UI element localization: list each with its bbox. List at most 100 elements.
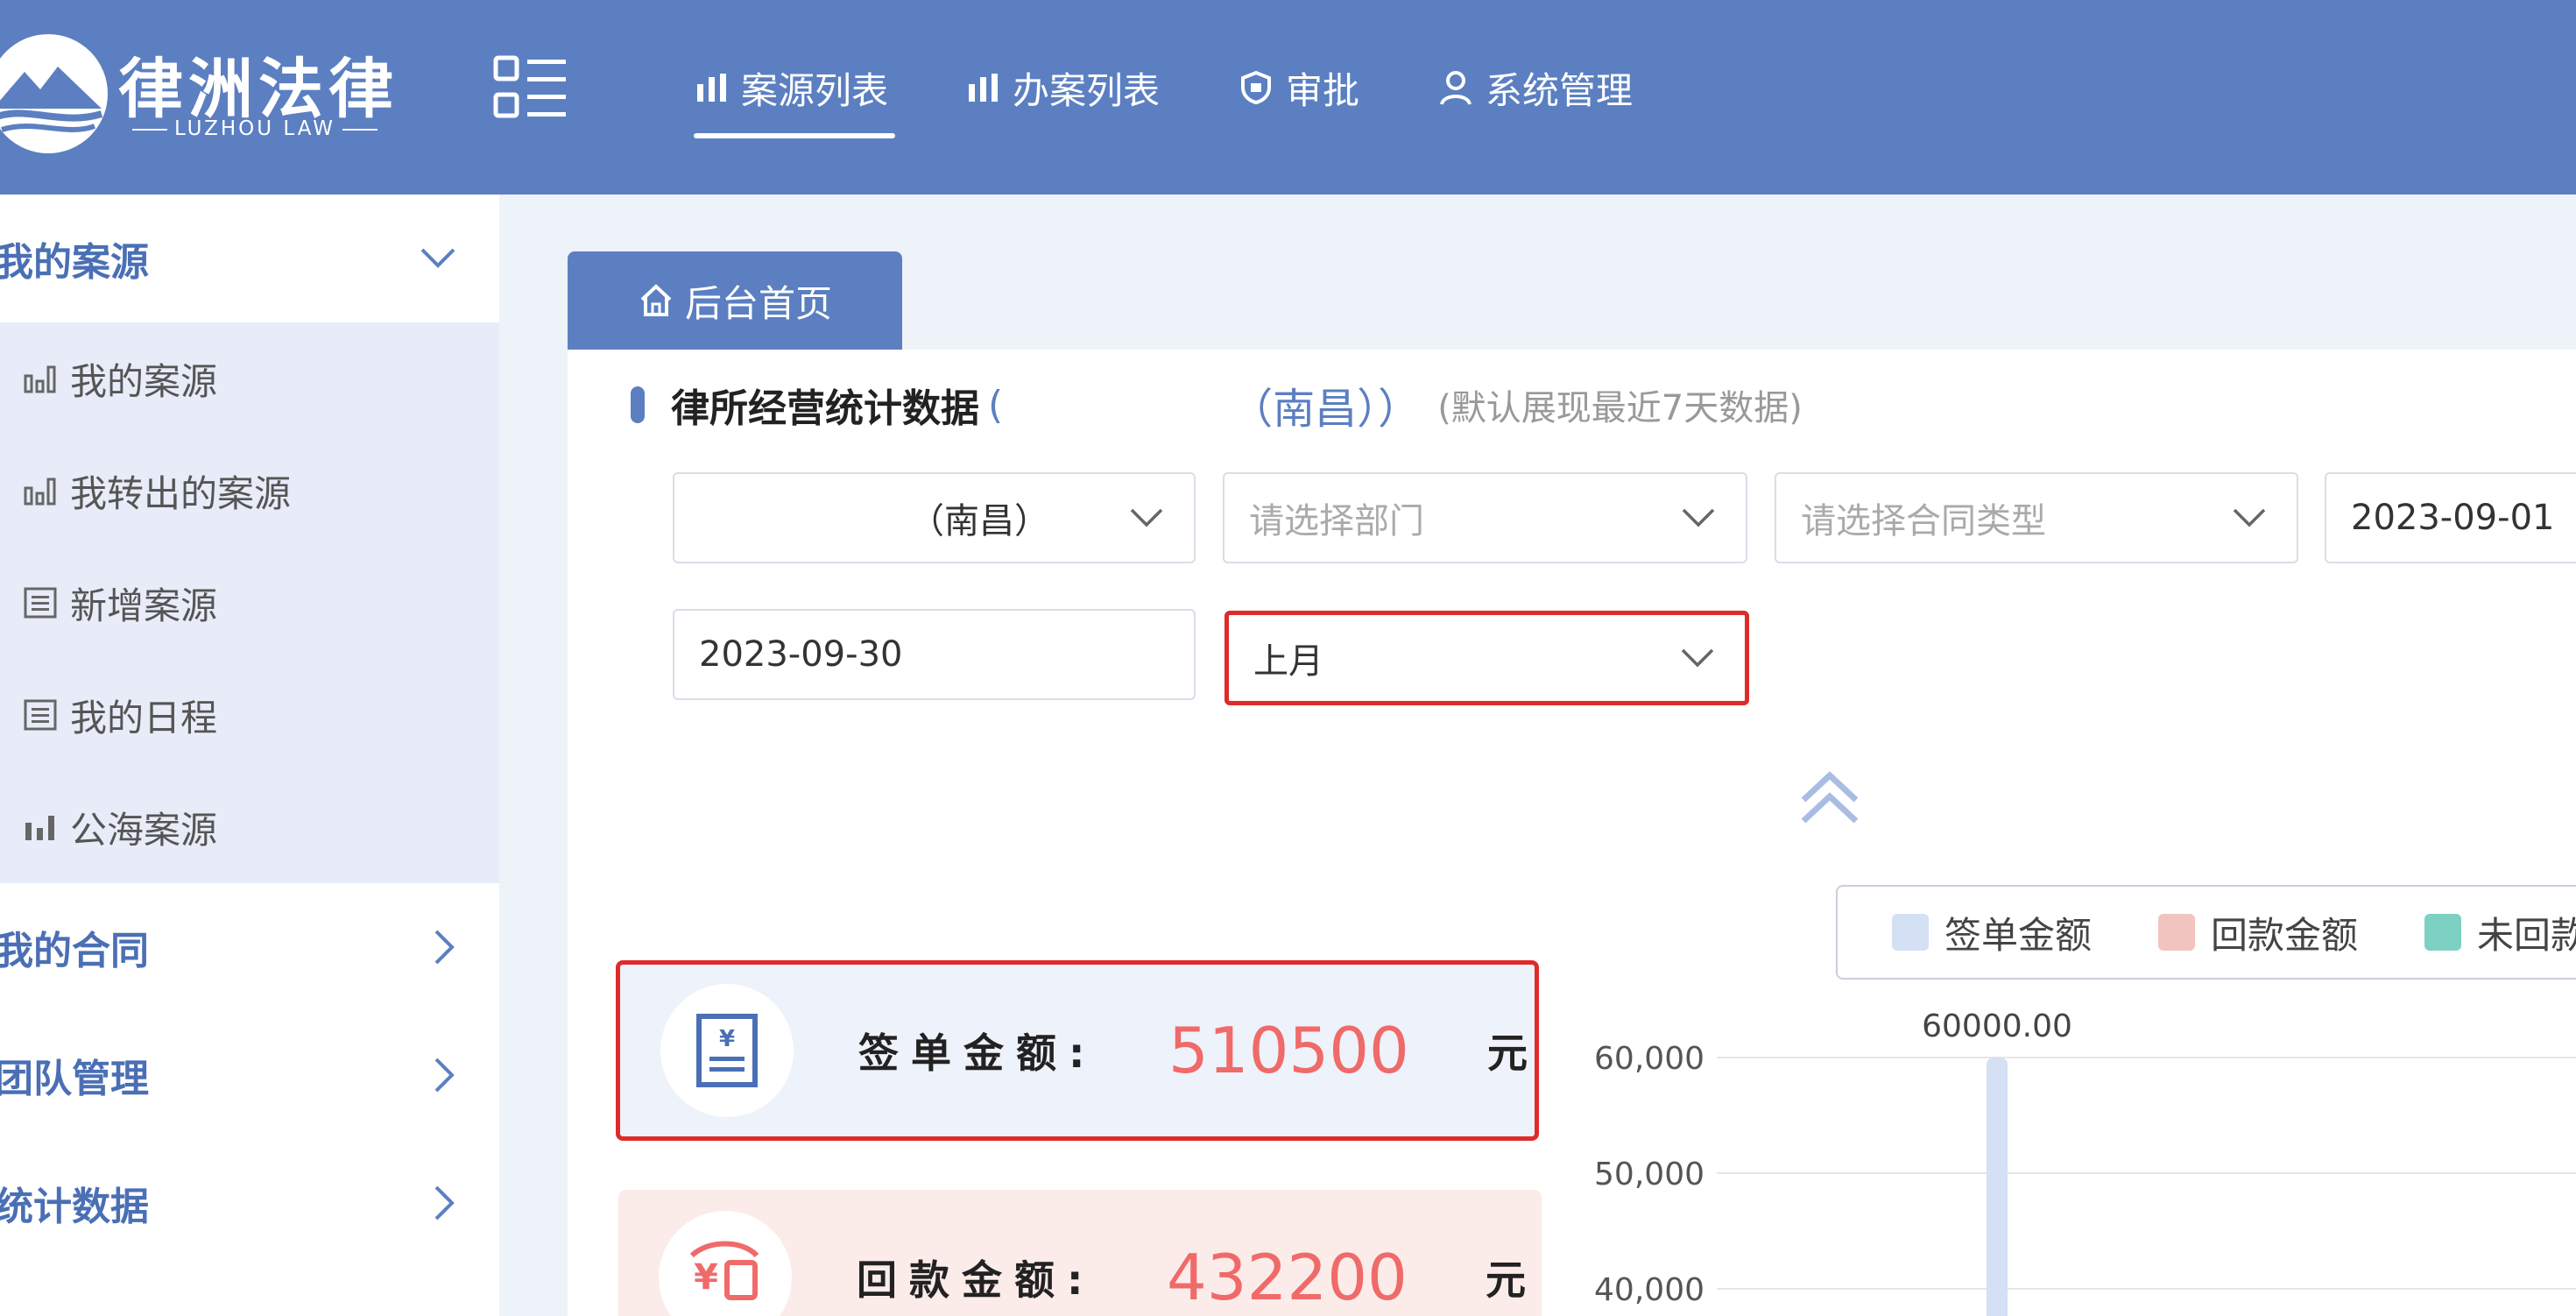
tab-label: 后台首页	[684, 281, 832, 325]
bar-chart-icon	[969, 74, 999, 102]
list-icon	[24, 587, 57, 619]
logo-chinese-text: 律洲法律	[118, 52, 399, 127]
logo-english-text: LUZHOU LAW	[125, 117, 385, 140]
sidebar-item-label: 公海案源	[70, 808, 218, 852]
sidebar-group-label: 我的案源	[0, 240, 149, 285]
chevron-right-icon	[434, 930, 455, 965]
invoice-icon: ¥	[660, 984, 794, 1117]
legend-swatch	[1892, 914, 1929, 951]
sidebar-item-public-pool[interactable]: 公海案源	[0, 771, 499, 883]
list-icon	[24, 699, 57, 731]
chart-bar[interactable]	[1987, 1058, 2008, 1316]
svg-text:¥: ¥	[719, 1026, 735, 1052]
sign-amount-label: 签单金额:	[858, 1029, 1097, 1077]
nav-case-source-list[interactable]: 案源列表	[692, 53, 896, 138]
chevron-right-icon	[434, 1185, 455, 1220]
legend-item-unpaid[interactable]: 未回款	[2424, 906, 2576, 959]
home-icon	[640, 284, 672, 316]
sign-amount-value: 510500	[1168, 1014, 1409, 1087]
sidebar-group-statistics[interactable]: 统计数据	[0, 1139, 499, 1267]
menu-toggle-icon[interactable]	[492, 54, 571, 121]
sidebar-group-team-management[interactable]: 团队管理	[0, 1011, 499, 1139]
end-date-value: 2023-09-30	[699, 634, 903, 675]
sidebar-item-my-schedule[interactable]: 我的日程	[0, 659, 499, 771]
payment-amount-label: 回款金额:	[857, 1256, 1096, 1304]
sidebar-submenu: 我的案源 我转出的案源 新增案源 我的日程 公海案源	[0, 322, 499, 883]
y-tick-label: 60,000	[1594, 1041, 1704, 1077]
bar-chart-icon	[697, 74, 726, 102]
bar-data-label: 60000.00	[1922, 1008, 2072, 1044]
sidebar-group-my-contracts[interactable]: 我的合同	[0, 883, 499, 1011]
top-navigation: 案源列表 办案列表 审批 系统管理	[692, 53, 1636, 140]
sidebar-item-label: 我的日程	[70, 696, 218, 739]
sidebar-item-label: 新增案源	[70, 584, 218, 627]
sidebar-item-transferred-cases[interactable]: 我转出的案源	[0, 435, 499, 547]
user-icon	[1440, 71, 1472, 105]
legend-label: 签单金额	[1944, 913, 2093, 957]
org-select[interactable]: （南昌）	[673, 472, 1196, 563]
payment-amount-card: ¥ 回款金额: 432200 元	[618, 1190, 1542, 1316]
department-select[interactable]: 请选择部门	[1223, 472, 1747, 563]
section-title-note: (默认展现最近7天数据)	[1437, 388, 1803, 428]
nav-label: 审批	[1286, 68, 1360, 112]
chevron-down-icon	[2233, 508, 2266, 527]
chevron-down-icon	[1682, 508, 1715, 527]
nav-approval[interactable]: 审批	[1235, 53, 1363, 123]
legend-item-back[interactable]: 回款金额	[2158, 906, 2358, 959]
chevron-down-icon	[420, 248, 455, 268]
legend-item-sign[interactable]: 签单金额	[1892, 906, 2092, 959]
sidebar-group-my-cases[interactable]: 我的案源	[0, 195, 499, 322]
period-select[interactable]: 上月	[1224, 611, 1749, 705]
start-date-value: 2023-09-01	[2351, 498, 2555, 538]
nav-case-handling-list[interactable]: 办案列表	[963, 53, 1163, 123]
sidebar-group-label: 统计数据	[0, 1185, 149, 1229]
sidebar-group-label: 我的合同	[0, 929, 149, 973]
refund-icon: ¥	[659, 1211, 792, 1316]
sidebar-item-new-case[interactable]: 新增案源	[0, 547, 499, 659]
y-tick-label: 40,000	[1594, 1272, 1704, 1308]
tab-dashboard-home[interactable]: 后台首页	[568, 251, 902, 350]
contract-type-select[interactable]: 请选择合同类型	[1775, 472, 2298, 563]
sidebar-group-label: 团队管理	[0, 1057, 149, 1101]
chevron-right-icon	[434, 1058, 455, 1093]
sign-amount-unit: 元	[1487, 1029, 1528, 1077]
chevron-down-icon	[1681, 648, 1714, 668]
nav-system-management[interactable]: 系统管理	[1435, 53, 1636, 123]
department-select-placeholder: 请选择部门	[1249, 501, 1424, 541]
sidebar-item-label: 我转出的案源	[70, 471, 292, 515]
chart-legend: 签单金额 回款金额 未回款	[1836, 885, 2576, 980]
period-select-value: 上月	[1253, 641, 1323, 682]
bar-chart-outline-icon	[24, 365, 56, 393]
section-title-paren: (	[988, 382, 1004, 428]
svg-text:¥: ¥	[694, 1257, 718, 1298]
logo-mountain-icon	[0, 34, 108, 153]
org-select-value: （南昌）	[909, 501, 1049, 541]
payment-amount-value: 432200	[1167, 1241, 1408, 1314]
nav-label: 系统管理	[1486, 68, 1634, 112]
y-tick-label: 50,000	[1594, 1157, 1704, 1192]
legend-label: 回款金额	[2211, 913, 2359, 957]
amount-bar-chart: 60,000 50,000 40,000 60000.00	[1594, 1008, 2576, 1316]
legend-label: 未回款	[2477, 913, 2576, 957]
chevron-down-icon	[1130, 508, 1163, 527]
end-date-input[interactable]: 2023-09-30	[673, 609, 1196, 700]
bar-chart-icon	[25, 816, 54, 840]
sign-amount-card: ¥ 签单金额: 510500 元	[616, 960, 1539, 1141]
shield-icon	[1241, 70, 1272, 105]
app-logo[interactable]: 律洲法律 LUZHOU LAW	[0, 19, 420, 153]
sidebar-item-my-cases[interactable]: 我的案源	[0, 322, 499, 435]
section-title: 律所经营统计数据 ( （南昌）） (默认展现最近7天数据)	[631, 376, 1803, 434]
start-date-input[interactable]: 2023-09-01	[2325, 472, 2576, 563]
nav-label: 案源列表	[741, 68, 889, 112]
contract-type-placeholder: 请选择合同类型	[1801, 501, 2046, 541]
main-content: 后台首页 律所经营统计数据 ( （南昌）） (默认展现最近7天数据) （南昌） …	[499, 195, 2576, 1316]
sidebar: 我的案源 我的案源 我转出的案源 新增案源 我的日程 公海案源 我的合同 团队管…	[0, 195, 499, 1316]
top-header: 律洲法律 LUZHOU LAW 案源列表 办案列表 审批 系统管理	[0, 0, 2576, 195]
legend-swatch	[2424, 914, 2462, 951]
legend-swatch	[2158, 914, 2196, 951]
payment-amount-unit: 元	[1486, 1256, 1526, 1304]
sidebar-item-label: 我的案源	[70, 359, 218, 403]
section-title-text: 律所经营统计数据	[671, 386, 979, 431]
nav-label: 办案列表	[1013, 68, 1161, 112]
collapse-up-icon[interactable]	[1798, 770, 1861, 826]
